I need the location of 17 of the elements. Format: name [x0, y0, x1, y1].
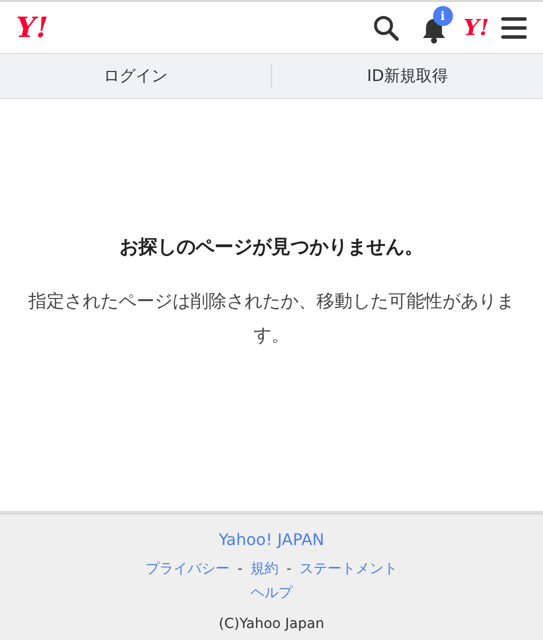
- separator: -: [286, 560, 292, 579]
- nav-link[interactable]: ID新規取得: [272, 64, 543, 88]
- help-link[interactable]: ヘルプ: [250, 582, 292, 604]
- copyright: (C)Yahoo Japan: [218, 615, 324, 634]
- footer-link[interactable]: 規約: [250, 556, 278, 582]
- logo[interactable]: Y!: [16, 14, 48, 42]
- account-logo[interactable]: Y!: [464, 16, 489, 38]
- search-icon[interactable]: [372, 14, 400, 42]
- notification-badge: i: [432, 6, 453, 26]
- footer-link[interactable]: ステートメント: [300, 556, 398, 582]
- footer-link[interactable]: プライバシー: [145, 556, 230, 582]
- error-title: お探しのページが見つかりません。: [120, 234, 424, 260]
- menu-icon[interactable]: [501, 16, 527, 40]
- nav-link[interactable]: ログイン: [0, 64, 271, 88]
- error-message: 指定されたページは削除されたか、移動した可能性があります。: [28, 290, 516, 348]
- brand-link[interactable]: Yahoo! JAPAN: [218, 528, 324, 552]
- separator: -: [237, 560, 242, 579]
